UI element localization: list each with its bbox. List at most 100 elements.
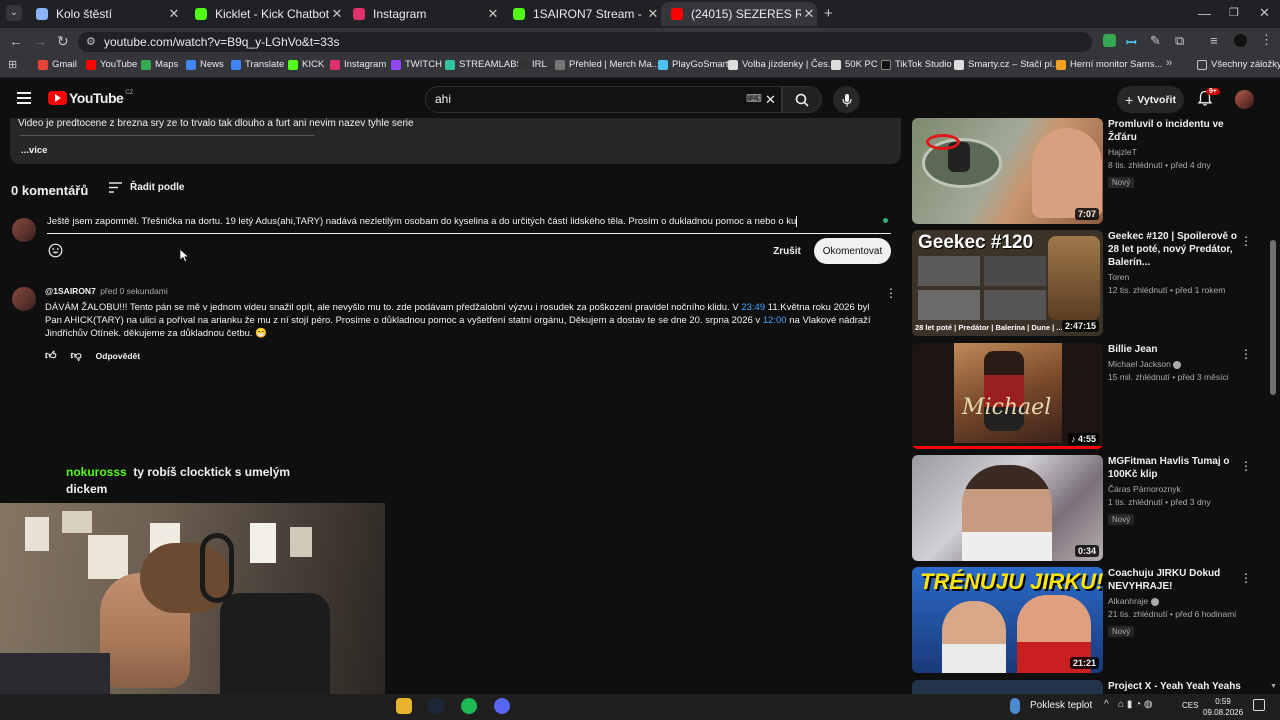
search-button[interactable] [782,86,822,113]
recommended-video[interactable]: Project X - Yeah Yeah Yeahs [912,680,1264,694]
recommended-video[interactable]: Michael ♪ 4:55 Billie Jean Michael Jacks… [912,343,1264,449]
video-title[interactable]: Geekec #120 | Spoilerově o 28 let poté, … [1108,230,1248,269]
reply-button[interactable]: Odpovědět [96,351,140,361]
tab-search-icon[interactable]: ⌄ [6,5,22,21]
clock[interactable]: 0:59 09.08.2026 [1203,696,1243,718]
extension-icon[interactable] [1103,34,1116,47]
recommended-video[interactable]: 0:34 MGFitman Havlis Tumaj o 100Kč klip … [912,455,1264,561]
tray-chevron-icon[interactable]: ^ [1104,699,1109,710]
timestamp-link[interactable]: 23:49 [741,302,765,313]
menu-icon[interactable]: ⋮ [1260,32,1273,48]
create-button[interactable]: + Vytvořit [1117,86,1184,113]
video-title[interactable]: MGFitman Havlis Tumaj o 100Kč klip [1108,455,1248,481]
bookmark[interactable]: Smarty.cz – Stačí pí... [954,59,1060,70]
close-icon[interactable]: ✕ [645,6,661,22]
tab-0[interactable]: Kolo štěstí ✕ [26,2,182,26]
puzzle-icon[interactable]: ⧉ [1175,33,1184,49]
recommended-video[interactable]: Geekec #120 28 let poté | Predátor | Bal… [912,230,1264,336]
bookmark[interactable]: STREAMLABS [445,59,523,70]
video-thumbnail[interactable] [912,680,1103,694]
dislike-icon[interactable]: 👎︎ [71,349,82,362]
bookmark[interactable]: IRL [518,59,547,70]
recommended-video[interactable]: 7:07 Promluvil o incidentu ve Žďáru Hajz… [912,118,1264,224]
bookmark[interactable]: Maps [141,59,178,70]
bookmark[interactable]: Přehled | Merch Ma... [555,59,660,70]
tab-3[interactable]: 1SAIRON7 Stream - Watch Live✕ [503,2,661,26]
extension-icon[interactable]: ꟷ [1126,33,1137,51]
comment-input[interactable]: Ještě jsem zapomněl. Třešnička na dortu.… [47,214,891,234]
close-icon[interactable]: ✕ [801,6,817,22]
tab-4[interactable]: (24015) SEZERES RADSI SYROVI✕ [661,2,817,26]
channel-name[interactable]: Michael Jackson [1108,358,1248,371]
comment-time[interactable]: před 0 sekundami [100,286,168,296]
media-icon[interactable]: ≡ [1210,33,1218,48]
video-thumbnail[interactable]: 7:07 [912,118,1103,224]
video-thumbnail[interactable]: TRÉNUJU JIRKU! 21:21 [912,567,1103,673]
more-options-icon[interactable]: ⋮ [885,286,897,300]
bookmark[interactable]: Herní monitor Sams... [1056,59,1162,70]
account-avatar[interactable] [1235,90,1254,109]
bookmark[interactable]: YouTube [86,59,137,70]
search-input[interactable]: ahi ⌨ ✕ [425,86,782,113]
back-icon[interactable]: ← [9,33,23,49]
video-thumbnail[interactable]: 0:34 [912,455,1103,561]
more-options-icon[interactable]: ⋮ [1240,347,1252,361]
comment-author[interactable]: @1SAIRON7 [45,286,96,296]
tab-1[interactable]: Kicklet - Kick Chatbot, Kick Wid✕ [185,2,345,26]
bookmark[interactable]: Translate [231,59,284,70]
channel-name[interactable]: Alkanhraje [1108,595,1248,608]
video-title[interactable]: Coachuju JIRKU Dokud NEVYHRAJE! [1108,567,1248,593]
apps-icon[interactable]: ⊞ [8,58,17,71]
extension-icon[interactable]: ✎ [1150,33,1161,49]
url-input[interactable]: ⚙ youtube.com/watch?v=B9q_y-LGhVo&t=33s [78,32,1092,52]
submit-comment-button[interactable]: Okomentovat [814,238,891,264]
scrollbar-thumb[interactable] [1270,240,1276,395]
spotify-icon[interactable] [461,698,477,714]
file-explorer-icon[interactable] [396,698,412,714]
chevron-right-icon[interactable]: » [1166,57,1172,69]
cancel-button[interactable]: Zrušit [766,240,808,262]
forward-icon[interactable]: → [33,33,47,49]
clear-icon[interactable]: ✕ [765,87,776,112]
bookmark[interactable]: Volba jízdenky | Čes... [728,59,836,70]
sort-button[interactable]: Řadit podle [109,182,184,193]
language-indicator[interactable]: CES [1182,701,1198,710]
reload-icon[interactable]: ↻ [57,33,69,50]
notification-center-icon[interactable] [1253,699,1265,711]
bookmarks-folder[interactable]: Všechny záložky [1197,59,1280,70]
like-icon[interactable]: 👍︎ [45,349,57,362]
bookmark[interactable]: News [186,59,224,70]
scroll-down-icon[interactable]: ▼ [1270,683,1277,690]
tab-2[interactable]: Instagram ✕ [343,2,501,26]
bookmark[interactable]: 50K PC [831,59,878,70]
recommended-video[interactable]: TRÉNUJU JIRKU! 21:21 Coachuju JIRKU Doku… [912,567,1264,673]
more-options-icon[interactable]: ⋮ [1240,234,1252,248]
notifications-button[interactable]: 9+ [1197,88,1220,112]
new-tab-icon[interactable]: + [824,5,833,22]
keyboard-icon[interactable]: ⌨ [746,87,762,112]
close-window-icon[interactable]: ✕ [1259,5,1270,21]
video-thumbnail[interactable]: Geekec #120 28 let poté | Predátor | Bal… [912,230,1103,336]
site-info-icon[interactable]: ⚙ [86,32,96,52]
restore-icon[interactable]: ❐ [1229,6,1239,19]
youtube-logo[interactable]: YouTube CZ [48,90,133,106]
tray-icons[interactable]: ⌂ ▮ ◔ ◍ [1118,699,1153,710]
bookmark[interactable]: KICK [288,59,324,70]
close-icon[interactable]: ✕ [485,6,501,22]
voice-search-button[interactable] [833,86,860,113]
show-more-link[interactable]: ...více [21,145,47,156]
video-title[interactable]: Promluvil o incidentu ve Žďáru [1108,118,1248,144]
channel-name[interactable]: HajzleT [1108,146,1248,159]
discord-icon[interactable] [494,698,510,714]
bookmark[interactable]: Instagram [330,59,386,70]
minimize-icon[interactable]: — [1198,6,1211,21]
bookmark[interactable]: PlayGoSmart [658,59,729,70]
channel-name[interactable]: Čáras Párnoroznyk [1108,483,1248,496]
weather-text[interactable]: Poklesk teplot [1030,700,1092,711]
close-icon[interactable]: ✕ [166,6,182,22]
profile-avatar[interactable] [1234,34,1247,47]
emoji-button[interactable] [48,243,63,263]
avatar[interactable] [12,287,36,311]
hamburger-menu-icon[interactable] [17,92,31,104]
bookmark[interactable]: TWITCH [391,59,442,70]
